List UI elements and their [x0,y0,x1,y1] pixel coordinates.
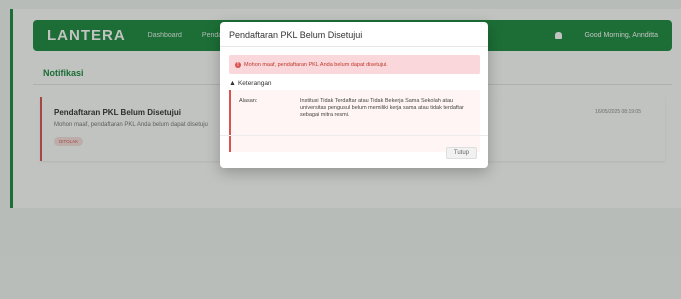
alert-text: Mohon maaf, pendaftaran PKL Anda belum d… [244,61,388,68]
rejection-alert: ! Mohon maaf, pendaftaran PKL Anda belum… [229,55,480,74]
reason-box: Alasan: Institusi Tidak Terdaftar atau T… [229,90,480,152]
keterangan-label: Keterangan [237,80,272,87]
error-icon: ! [235,61,241,68]
modal-title: Pendaftaran PKL Belum Disetujui [229,30,363,40]
modal-footer-divider [220,135,488,136]
warning-icon: ▲ [229,80,236,87]
reason-label: Alasan: [239,98,258,104]
keterangan-heading: ▲ Keterangan [229,80,272,87]
rejection-modal: Pendaftaran PKL Belum Disetujui ! Mohon … [220,22,488,168]
close-button[interactable]: Tutup [445,147,477,159]
reason-text: Institusi Tidak Terdaftar atau Tidak Bek… [300,98,464,118]
modal-header: Pendaftaran PKL Belum Disetujui [220,22,488,47]
